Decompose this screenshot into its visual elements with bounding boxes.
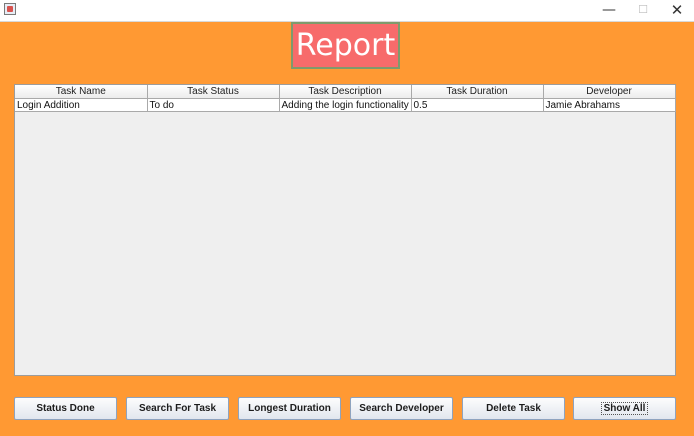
longest-duration-button[interactable]: Longest Duration: [238, 397, 341, 420]
column-header-developer[interactable]: Developer: [543, 85, 676, 99]
show-all-label: Show All: [600, 402, 649, 415]
table-row[interactable]: Login Addition To do Adding the login fu…: [15, 98, 676, 112]
table-cell-task-name[interactable]: Login Addition: [15, 98, 148, 112]
search-developer-button[interactable]: Search Developer: [350, 397, 453, 420]
maximize-icon[interactable]: ☐: [626, 0, 660, 21]
table-cell-task-description[interactable]: Adding the login functionality: [279, 98, 412, 112]
status-done-button[interactable]: Status Done: [14, 397, 117, 420]
table-cell-task-status[interactable]: To do: [147, 98, 280, 112]
report-title: Report: [291, 22, 400, 69]
column-header-task-name[interactable]: Task Name: [15, 85, 148, 99]
task-table: Task Name Task Status Task Description T…: [15, 85, 676, 112]
show-all-button[interactable]: Show All: [573, 397, 676, 420]
table-cell-task-duration[interactable]: 0.5: [411, 98, 544, 112]
column-header-task-description[interactable]: Task Description: [279, 85, 412, 99]
close-icon[interactable]: ✕: [660, 0, 694, 21]
java-app-icon: [4, 3, 16, 15]
column-header-task-duration[interactable]: Task Duration: [411, 85, 544, 99]
search-task-button[interactable]: Search For Task: [126, 397, 229, 420]
window-titlebar: — ☐ ✕: [0, 0, 694, 22]
table-header-row: Task Name Task Status Task Description T…: [15, 85, 676, 99]
delete-task-button[interactable]: Delete Task: [462, 397, 565, 420]
minimize-icon[interactable]: —: [592, 0, 626, 21]
column-header-task-status[interactable]: Task Status: [147, 85, 280, 99]
table-cell-developer[interactable]: Jamie Abrahams: [543, 98, 676, 112]
task-table-panel[interactable]: Task Name Task Status Task Description T…: [14, 84, 676, 376]
